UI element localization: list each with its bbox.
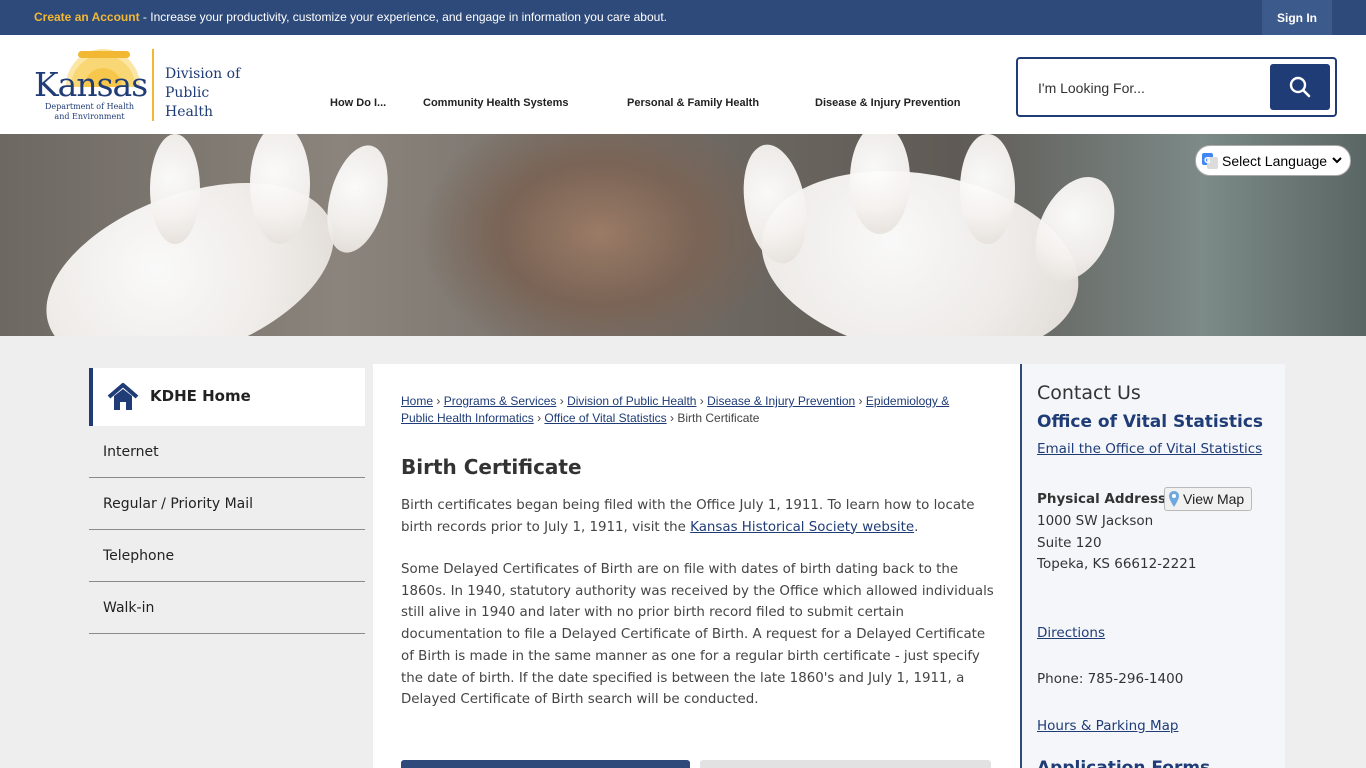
breadcrumb-home[interactable]: Home	[401, 394, 433, 408]
search-icon	[1289, 76, 1311, 98]
logo-division-line1: Division of	[165, 66, 241, 82]
hero-banner-image	[0, 134, 1366, 336]
contact-panel: Contact Us Office of Vital Statistics Em…	[1020, 364, 1285, 768]
nav-personal-family-health[interactable]: Personal & Family Health	[627, 97, 759, 109]
directions-link[interactable]: Directions	[1037, 625, 1105, 641]
breadcrumb-disease-injury-prevention[interactable]: Disease & Injury Prevention	[707, 394, 855, 408]
physical-address-label: Physical Address	[1037, 491, 1167, 507]
intro-end: .	[914, 519, 919, 535]
sidebar-item-kdhe-home[interactable]: KDHE Home	[89, 368, 365, 426]
create-account-link[interactable]: Create an Account	[34, 10, 140, 24]
language-select[interactable]: G Select Language	[1195, 145, 1351, 176]
sign-in-button[interactable]: Sign In	[1262, 0, 1332, 35]
hours-parking-link[interactable]: Hours & Parking Map	[1037, 718, 1179, 734]
address-line-2: Suite 120	[1037, 535, 1102, 551]
address-line-1: 1000 SW Jackson	[1037, 513, 1154, 529]
banner-right-finger-3	[960, 134, 1015, 244]
logo-dept-line1: Department of Health	[44, 102, 135, 111]
sidebar-item-internet[interactable]: Internet	[89, 426, 365, 478]
contact-phone: Phone: 785-296-1400	[1037, 671, 1184, 687]
view-map-button[interactable]: View Map	[1164, 487, 1252, 511]
content-tab-inactive[interactable]	[700, 760, 991, 768]
account-message: Create an Account - Increase your produc…	[34, 10, 667, 24]
home-icon	[107, 383, 139, 410]
intro-paragraph: Birth certificates began being filed wit…	[401, 495, 996, 538]
kdhe-logo[interactable]: Kansas Department of Health and Environm…	[32, 47, 257, 123]
application-forms-heading: Application Forms	[1037, 758, 1211, 768]
contact-heading: Contact Us	[1037, 382, 1141, 404]
logo-division-text: Division of Public Health	[165, 65, 257, 122]
search-input[interactable]	[1038, 76, 1268, 100]
email-office-link[interactable]: Email the Office of Vital Statistics	[1037, 441, 1262, 457]
chevron-down-icon	[1332, 157, 1342, 164]
sidebar-item-walk-in[interactable]: Walk-in	[89, 582, 365, 634]
address-line-3: Topeka, KS 66612-2221	[1037, 556, 1197, 572]
historical-society-link[interactable]: Kansas Historical Society website	[690, 520, 914, 535]
banner-left-finger-1	[150, 134, 200, 244]
svg-text:G: G	[1204, 156, 1211, 165]
top-utility-bar: Create an Account - Increase your produc…	[0, 0, 1366, 35]
logo-kansas-text: Kansas	[34, 65, 148, 104]
logo-division-line2: Public Health	[165, 85, 213, 120]
logo-sun-band	[78, 51, 130, 58]
breadcrumb-programs-services[interactable]: Programs & Services	[444, 394, 557, 408]
language-select-label: Select Language	[1222, 152, 1328, 169]
breadcrumb-office-vital-statistics[interactable]: Office of Vital Statistics	[544, 411, 666, 425]
search-button[interactable]	[1270, 64, 1330, 110]
logo-divider	[152, 49, 154, 121]
main-content: Home › Programs & Services › Division of…	[373, 364, 1020, 768]
delayed-certificate-paragraph: Some Delayed Certificates of Birth are o…	[401, 562, 994, 708]
nav-community-health-systems[interactable]: Community Health Systems	[423, 97, 568, 109]
site-search	[1016, 57, 1337, 117]
logo-department-text: Department of Health and Environment	[42, 102, 137, 122]
content-tab-active[interactable]	[401, 760, 690, 768]
sidebar-item-regular-priority-mail[interactable]: Regular / Priority Mail	[89, 478, 365, 530]
account-message-text: - Increase your productivity, customize …	[139, 10, 667, 24]
google-translate-icon: G	[1202, 152, 1218, 169]
breadcrumb-division-public-health[interactable]: Division of Public Health	[567, 394, 696, 408]
nav-disease-injury-prevention[interactable]: Disease & Injury Prevention	[815, 97, 961, 109]
nav-how-do-i[interactable]: How Do I...	[330, 97, 386, 109]
sidebar-nav: KDHE Home Internet Regular / Priority Ma…	[89, 368, 365, 634]
view-map-label: View Map	[1183, 491, 1245, 507]
page-title: Birth Certificate	[401, 455, 582, 479]
contact-office-name: Office of Vital Statistics	[1037, 412, 1264, 432]
breadcrumb: Home › Programs & Services › Division of…	[401, 394, 950, 425]
map-pin-icon	[1169, 491, 1179, 507]
sidebar-item-telephone[interactable]: Telephone	[89, 530, 365, 582]
breadcrumb-current: Birth Certificate	[677, 411, 760, 425]
logo-dept-line2: and Environment	[54, 112, 125, 121]
sidebar-home-label: KDHE Home	[150, 387, 251, 405]
